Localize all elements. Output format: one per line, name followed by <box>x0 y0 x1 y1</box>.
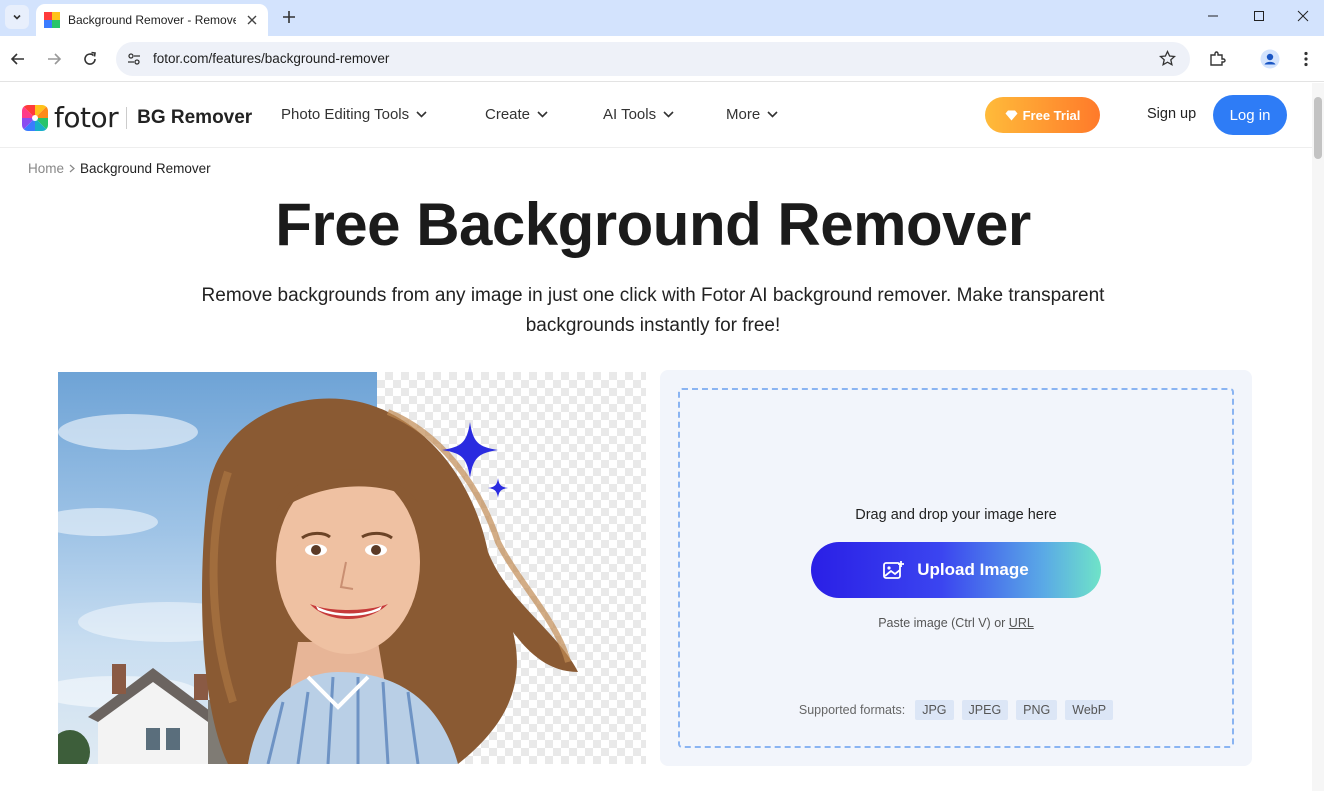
site-info-icon[interactable] <box>122 47 146 71</box>
reload-button[interactable] <box>76 45 104 73</box>
upload-image-button[interactable]: Upload Image <box>811 542 1101 598</box>
menu-ai-tools[interactable]: AI Tools <box>603 106 674 123</box>
tab-title: Background Remover - Remove <box>68 13 236 27</box>
browser-menu-button[interactable] <box>1292 45 1320 73</box>
profile-button[interactable] <box>1256 45 1284 73</box>
address-bar[interactable]: fotor.com/features/background-remover <box>116 42 1190 76</box>
format-chip-jpg: JPG <box>915 700 954 720</box>
paste-hint-text: Paste image (Ctrl V) or <box>878 616 1006 630</box>
browser-tab-strip: Background Remover - Remove <box>0 0 1324 36</box>
url-text: fotor.com/features/background-remover <box>153 51 390 66</box>
menu-photo-editing-tools[interactable]: Photo Editing Tools <box>281 106 427 123</box>
log-in-label: Log in <box>1229 106 1271 124</box>
reload-icon <box>84 51 96 65</box>
browser-tab-active[interactable]: Background Remover - Remove <box>36 4 268 36</box>
arrow-left-icon <box>10 53 24 65</box>
drop-zone[interactable]: Drag and drop your image here Upload Ima… <box>678 388 1234 748</box>
drag-drop-text: Drag and drop your image here <box>855 507 1057 523</box>
browser-toolbar: fotor.com/features/background-remover <box>0 36 1324 82</box>
logo-divider <box>126 106 128 129</box>
page-title: Free Background Remover <box>275 191 1031 258</box>
menu-label: Create <box>485 106 531 123</box>
chevron-down-icon <box>416 111 427 118</box>
new-tab-button[interactable] <box>278 6 300 28</box>
paste-hint: Paste image (Ctrl V) or URL <box>680 616 1232 630</box>
fotor-favicon-icon <box>44 12 60 28</box>
avatar-icon <box>1260 49 1280 69</box>
fotor-logo-icon <box>22 104 48 131</box>
arrow-right-icon <box>48 53 62 65</box>
more-vertical-icon <box>1304 51 1308 67</box>
chevron-down-icon <box>13 14 21 20</box>
add-image-icon <box>883 561 905 579</box>
tab-search-button[interactable] <box>5 5 29 29</box>
diamond-icon <box>1005 110 1018 120</box>
free-trial-label: Free Trial <box>1022 107 1081 123</box>
sign-up-link[interactable]: Sign up <box>1147 106 1196 122</box>
demo-before-after-image <box>58 372 646 764</box>
free-trial-button[interactable]: Free Trial <box>985 97 1100 133</box>
upload-panel: Drag and drop your image here Upload Ima… <box>660 370 1252 766</box>
close-icon <box>1297 10 1309 22</box>
fotor-logo[interactable]: fotor BG Remover <box>22 101 252 134</box>
log-in-button[interactable]: Log in <box>1213 95 1287 135</box>
chevron-down-icon <box>767 111 778 118</box>
logo-wordmark: fotor <box>54 101 119 134</box>
scrollbar-thumb[interactable] <box>1314 97 1322 159</box>
puzzle-icon <box>1210 51 1226 66</box>
menu-label: More <box>726 106 761 123</box>
breadcrumb-home-link[interactable]: Home <box>28 161 64 176</box>
back-button[interactable] <box>4 45 32 73</box>
menu-create[interactable]: Create <box>485 106 548 123</box>
breadcrumb-current: Background Remover <box>80 161 211 176</box>
breadcrumb: Home Background Remover <box>28 161 211 176</box>
site-header: fotor BG Remover Photo Editing Tools Cre… <box>0 83 1312 148</box>
chevron-down-icon <box>537 111 548 118</box>
chevron-right-icon <box>69 162 75 176</box>
plus-icon <box>283 11 295 23</box>
extensions-button[interactable] <box>1203 45 1231 73</box>
bookmark-star-icon[interactable] <box>1158 49 1177 72</box>
maximize-button[interactable] <box>1236 0 1282 32</box>
format-chip-webp: WebP <box>1065 700 1114 720</box>
formats-label: Supported formats: <box>798 703 906 717</box>
close-window-button[interactable] <box>1280 0 1324 32</box>
menu-more[interactable]: More <box>726 106 778 123</box>
minimize-button[interactable] <box>1190 0 1236 32</box>
menu-label: AI Tools <box>603 106 657 123</box>
page-subtitle: Remove backgrounds from any image in jus… <box>201 285 1105 336</box>
product-name: BG Remover <box>137 106 253 128</box>
format-chip-png: PNG <box>1016 700 1058 720</box>
menu-label: Photo Editing Tools <box>281 106 410 123</box>
supported-formats: Supported formats: JPG JPEG PNG WebP <box>680 700 1232 720</box>
page-scrollbar[interactable] <box>1312 83 1324 791</box>
tab-close-icon[interactable] <box>244 12 260 28</box>
minimize-icon <box>1208 15 1218 17</box>
url-upload-link[interactable]: URL <box>1009 616 1034 630</box>
maximize-icon <box>1254 11 1264 21</box>
forward-button[interactable] <box>40 45 68 73</box>
woman-portrait-illustration <box>58 398 579 764</box>
upload-button-label: Upload Image <box>917 560 1029 579</box>
format-chip-jpeg: JPEG <box>961 700 1009 720</box>
chevron-down-icon <box>663 111 674 118</box>
